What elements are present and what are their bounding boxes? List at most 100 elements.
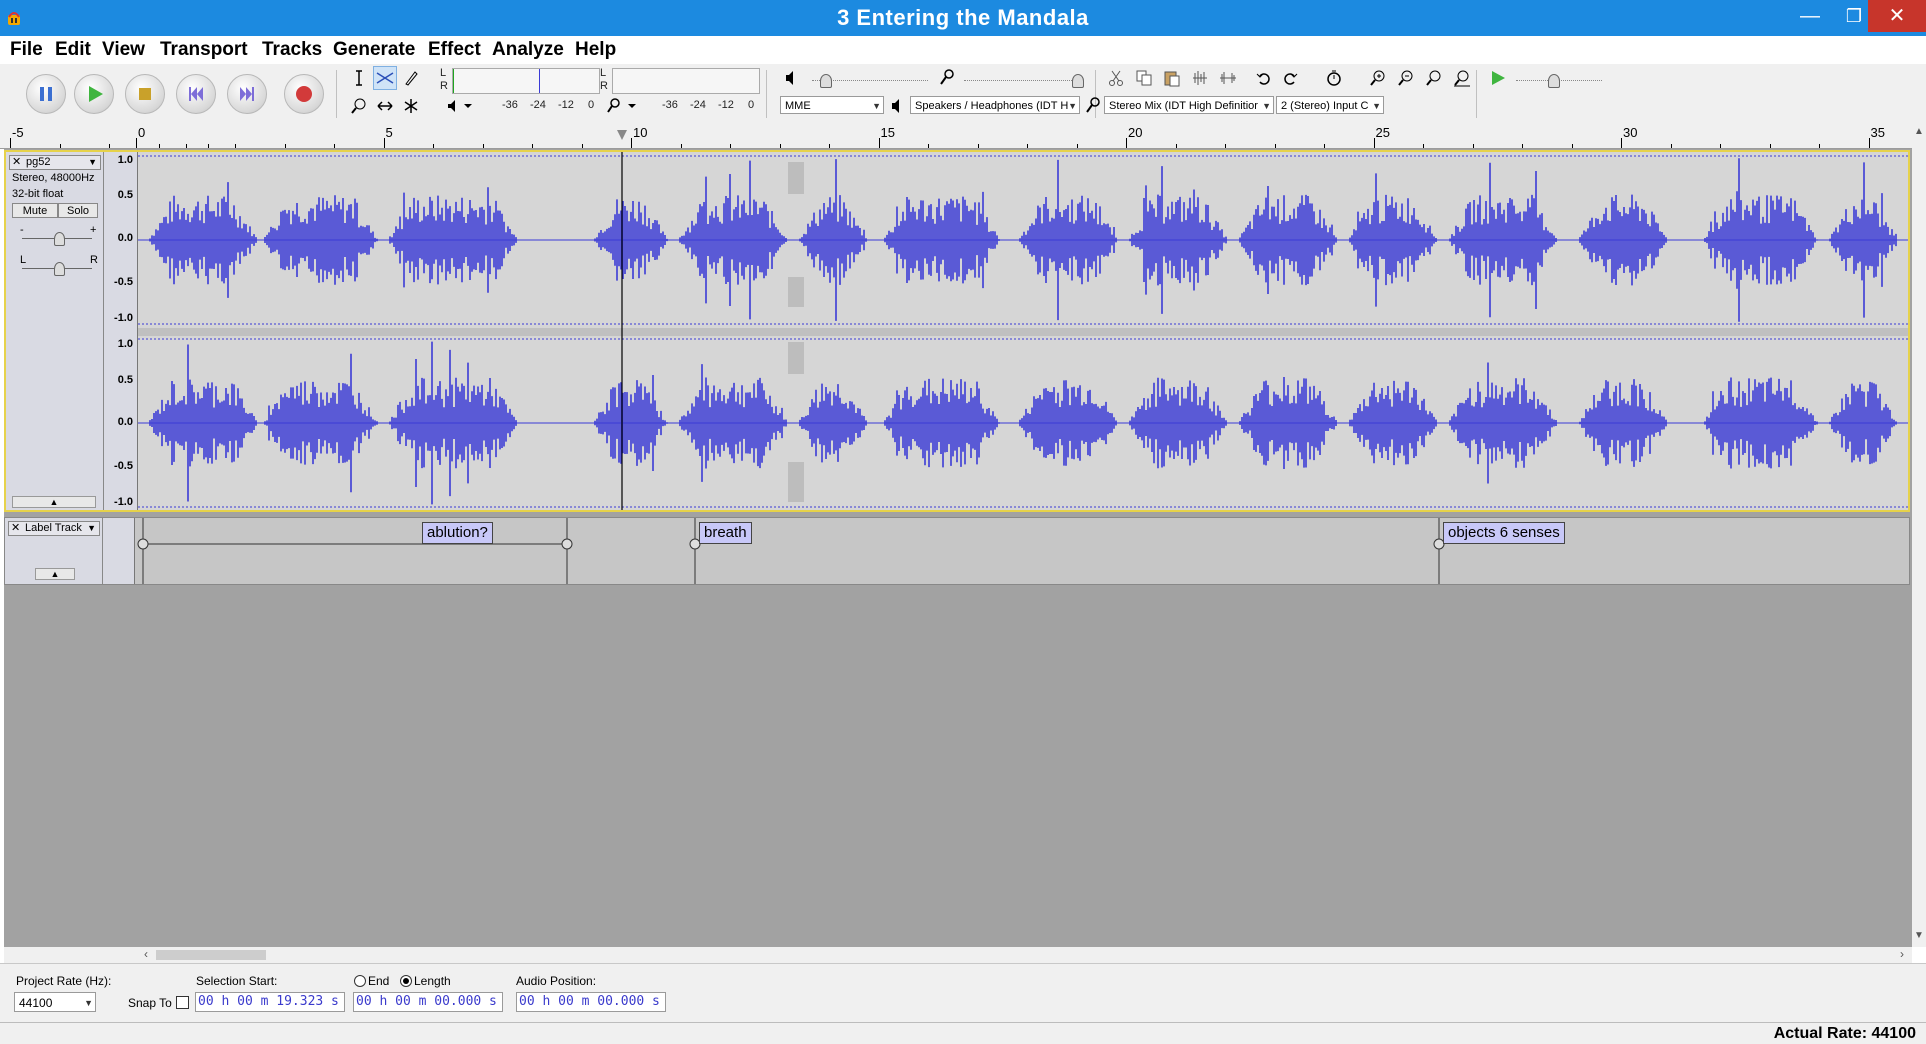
solo-button[interactable]: Solo: [58, 203, 98, 218]
scale-bot-n1: -1.0: [114, 496, 133, 508]
play-at-speed-button[interactable]: [1486, 66, 1510, 90]
snap-to-checkbox[interactable]: [176, 996, 189, 1009]
draw-tool[interactable]: [399, 66, 423, 90]
fit-project-button[interactable]: [1450, 66, 1474, 90]
copy-button[interactable]: [1132, 66, 1156, 90]
pan-slider[interactable]: [22, 262, 92, 276]
selection-tool[interactable]: [347, 66, 371, 90]
selection-toolbar: Project Rate (Hz): 44100 ▼ Snap To Select…: [0, 963, 1926, 1023]
scroll-up-icon[interactable]: ▲: [1914, 126, 1924, 137]
horizontal-scroll-thumb[interactable]: [156, 950, 266, 960]
ruler-minor-tick: [158, 144, 160, 148]
menu-transport[interactable]: Transport: [160, 38, 248, 62]
mute-button[interactable]: Mute: [12, 203, 58, 218]
audio-track[interactable]: ✕ pg52 ▼ Stereo, 48000Hz 32-bit float Mu…: [4, 150, 1910, 512]
record-button[interactable]: [284, 74, 324, 114]
time-shift-tool[interactable]: [373, 94, 397, 118]
menu-tracks[interactable]: Tracks: [262, 38, 322, 62]
skip-to-start-button[interactable]: [176, 74, 216, 114]
menu-file[interactable]: File: [10, 38, 43, 62]
timeline-ruler[interactable]: -505101520253035404550551:001:051:10: [0, 122, 1926, 149]
ruler-minor-tick: [482, 144, 484, 148]
label-breath[interactable]: breath: [699, 522, 752, 544]
zoom-tool[interactable]: [347, 94, 371, 118]
undo-button[interactable]: [1252, 66, 1276, 90]
selection-start-time[interactable]: 00 h 00 m 19.323 s: [195, 992, 345, 1012]
zoom-in-button[interactable]: [1366, 66, 1390, 90]
label-track-name: Label Track: [25, 522, 82, 534]
play-speed-slider[interactable]: [1516, 74, 1602, 88]
ruler-minor-tick: [334, 144, 335, 148]
cut-button[interactable]: [1104, 66, 1128, 90]
redo-button[interactable]: [1278, 66, 1302, 90]
label-track[interactable]: ✕ Label Track ▼ ▲ ablution? breath objec…: [4, 517, 1910, 585]
sync-lock-button[interactable]: [1322, 66, 1346, 90]
trim-button[interactable]: [1188, 66, 1212, 90]
waveform-display[interactable]: [138, 152, 1908, 510]
magnifier-icon: [351, 98, 366, 114]
recording-volume-slider[interactable]: [964, 74, 1084, 88]
stop-button[interactable]: [125, 74, 165, 114]
skip-start-icon: [189, 87, 203, 101]
label-objects-6-senses[interactable]: objects 6 senses: [1443, 522, 1565, 544]
pan-left-label: L: [20, 254, 27, 266]
audio-host-select[interactable]: MME ▼: [780, 96, 884, 114]
gain-slider-thumb[interactable]: [54, 232, 65, 246]
ruler-minor-tick: [1769, 144, 1771, 148]
gain-slider[interactable]: [22, 232, 92, 246]
length-radio-label: Length: [414, 974, 451, 988]
toolbar-area: L R L R -36 -24 -12 0 -36 -24 -12 0 MME …: [0, 64, 1926, 123]
menu-view[interactable]: View: [102, 38, 145, 62]
collapse-label-track-button[interactable]: ▲: [35, 568, 75, 580]
horizontal-scrollbar[interactable]: ‹ ›: [4, 947, 1912, 963]
pan-slider-thumb[interactable]: [54, 262, 65, 276]
scroll-right-icon[interactable]: ›: [1900, 947, 1904, 961]
close-button[interactable]: ✕: [1868, 0, 1926, 32]
multi-tool[interactable]: [399, 94, 423, 118]
selection-length-time[interactable]: 00 h 00 m 00.000 s: [353, 992, 503, 1012]
playback-meter[interactable]: [452, 68, 600, 94]
output-device-select[interactable]: Speakers / Headphones (IDT H ▼: [910, 96, 1080, 114]
cursor-marker-icon[interactable]: [617, 130, 627, 140]
project-rate-select[interactable]: 44100 ▼: [14, 992, 96, 1012]
input-channels-select[interactable]: 2 (Stereo) Input C ▼: [1276, 96, 1384, 114]
playback-volume-slider[interactable]: [812, 74, 928, 88]
skip-to-end-button[interactable]: [227, 74, 267, 114]
slider-thumb[interactable]: [1072, 74, 1084, 88]
pan-right-label: R: [90, 254, 98, 266]
record-meter[interactable]: [612, 68, 760, 94]
scroll-down-icon[interactable]: ▼: [1914, 930, 1924, 941]
collapse-track-button[interactable]: ▲: [12, 496, 96, 508]
vertical-ruler[interactable]: 1.0 0.5 0.0 -0.5 -1.0 1.0 0.5 0.0 -0.5 -…: [104, 152, 138, 510]
meter-l-label: L: [440, 67, 447, 79]
menu-analyze[interactable]: Analyze: [492, 38, 564, 62]
menu-help[interactable]: Help: [575, 38, 616, 62]
silence-button[interactable]: [1216, 66, 1240, 90]
play-button[interactable]: [74, 74, 114, 114]
zoom-out-button[interactable]: [1394, 66, 1418, 90]
input-device-select[interactable]: Stereo Mix (IDT High Definitior ▼: [1104, 96, 1274, 114]
end-radio[interactable]: [354, 975, 366, 987]
envelope-tool[interactable]: [373, 66, 397, 90]
minimize-button[interactable]: —: [1788, 0, 1832, 32]
ruler-major-tick: [383, 138, 385, 148]
scroll-left-icon[interactable]: ‹: [144, 947, 148, 961]
pause-button[interactable]: [26, 74, 66, 114]
paste-button[interactable]: [1160, 66, 1184, 90]
slider-thumb[interactable]: [820, 74, 832, 88]
label-ablution[interactable]: ablution?: [422, 522, 493, 544]
slider-thumb[interactable]: [1548, 74, 1560, 88]
audio-position-time[interactable]: 00 h 00 m 00.000 s: [516, 992, 666, 1012]
menu-effect[interactable]: Effect: [428, 38, 481, 62]
chevron-down-icon: ▼: [87, 523, 96, 533]
close-track-icon[interactable]: ✕: [11, 522, 20, 535]
track-name-menu[interactable]: ✕ pg52 ▼: [9, 155, 101, 170]
menu-generate[interactable]: Generate: [333, 38, 415, 62]
menu-edit[interactable]: Edit: [55, 38, 91, 62]
close-track-icon[interactable]: ✕: [12, 156, 21, 169]
double-arrow-icon: [377, 101, 393, 111]
vertical-scrollbar[interactable]: ▲ ▼: [1912, 122, 1926, 947]
length-radio[interactable]: [400, 975, 412, 987]
fit-selection-button[interactable]: [1422, 66, 1446, 90]
label-track-name-menu[interactable]: ✕ Label Track ▼: [8, 521, 100, 536]
